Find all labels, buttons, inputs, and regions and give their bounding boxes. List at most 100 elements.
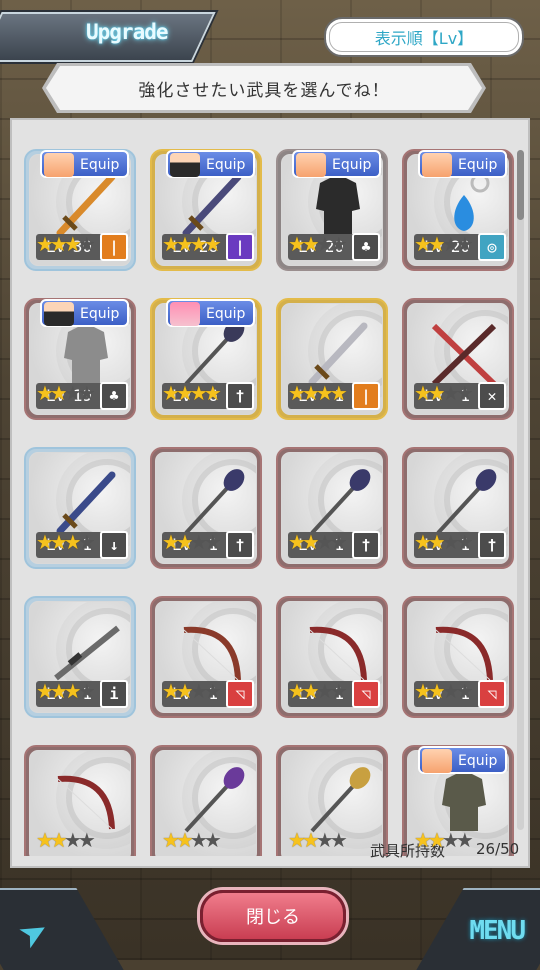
item-card[interactable]: ★★★★ Lv 20 ◎ Equip (402, 149, 514, 271)
rarity-stars: ★★★★ (414, 828, 474, 852)
mace-type-icon: † (352, 531, 380, 559)
item-card-inner: ★★★★ Lv 1 † (281, 452, 383, 564)
item-card[interactable]: ★★★★ Lv 1 | (276, 298, 388, 420)
item-card[interactable]: ★★★★ Lv 1 ◹ (150, 596, 262, 718)
star-empty-icon: ★ (329, 679, 348, 703)
equip-label: Equip (458, 157, 498, 173)
star-empty-icon: ★ (203, 828, 222, 852)
greatsword-type-icon: | (226, 233, 254, 261)
item-card[interactable]: ★★★★ Lv 1 † (276, 447, 388, 569)
item-card[interactable]: ★★★★ Lv 1 ✕ (402, 298, 514, 420)
star-filled-icon: ★ (301, 679, 320, 703)
dark-greatsword-icon (176, 169, 248, 241)
menu-button[interactable]: MENU (469, 916, 526, 946)
star-filled-icon: ★ (162, 232, 180, 256)
blue-spear-icon (50, 467, 122, 539)
star-filled-icon: ★ (162, 679, 180, 703)
red-bow-a-icon (302, 616, 374, 688)
star-empty-icon: ★ (189, 679, 208, 703)
ornate-bow-icon (176, 616, 248, 688)
star-filled-icon: ★ (189, 232, 208, 256)
star-empty-icon: ★ (315, 530, 334, 554)
star-filled-icon: ★ (36, 679, 54, 703)
bottom-bar: ➤ 閉じる MENU (0, 868, 540, 970)
scrollbar-thumb[interactable] (517, 150, 524, 220)
item-card-inner: ★★★★ (281, 750, 383, 856)
star-empty-icon: ★ (441, 828, 460, 852)
accessory-type-icon: ◎ (478, 233, 506, 261)
item-card[interactable]: ★★★★ Lv 1 i (24, 596, 136, 718)
iron-mace-a-icon (176, 467, 248, 539)
item-card[interactable]: ★★★★ Lv 26 | Equip (150, 149, 262, 271)
rarity-stars: ★★★★ (162, 679, 222, 703)
star-empty-icon: ★ (203, 530, 222, 554)
star-filled-icon: ★ (301, 232, 320, 256)
item-card[interactable]: ★★★★ Lv 1 ↓ (24, 447, 136, 569)
iron-mace-c-icon (428, 467, 500, 539)
star-filled-icon: ★ (189, 381, 208, 405)
flame-sword-icon (50, 169, 122, 241)
star-filled-icon: ★ (288, 530, 306, 554)
star-filled-icon: ★ (414, 381, 432, 405)
star-filled-icon: ★ (36, 381, 54, 405)
rarity-stars: ★★★★ (414, 234, 474, 254)
golden-sword-icon (302, 318, 374, 390)
item-card-inner: ★★★★ Lv 1 ↓ (29, 452, 131, 564)
equip-badge: Equip (418, 746, 508, 774)
item-card[interactable]: ★★★★ Lv 19 ♣ Equip (24, 298, 136, 420)
item-card[interactable]: ★★★★ Lv 30 | Equip (24, 149, 136, 271)
item-card[interactable]: ★★★★ Lv 20 ♣ Equip (276, 149, 388, 271)
rarity-stars: ★★★★ (162, 828, 222, 852)
rarity-stars: ★★★★ (288, 232, 348, 256)
plate-armor-icon (50, 318, 122, 390)
star-filled-icon: ★ (427, 530, 446, 554)
item-card[interactable]: ★★★★ (24, 745, 136, 856)
star-empty-icon: ★ (315, 232, 334, 256)
star-filled-icon: ★ (301, 530, 320, 554)
item-card-inner: ★★★★ Lv 1 ◹ (155, 601, 257, 713)
item-card[interactable]: ★★★★ Lv 1 ◹ (402, 596, 514, 718)
star-empty-icon: ★ (441, 381, 460, 405)
star-filled-icon: ★ (49, 232, 68, 256)
mace-type-icon: † (478, 531, 506, 559)
star-filled-icon: ★ (49, 828, 68, 852)
item-card[interactable]: ★★★★ (150, 745, 262, 856)
light-armor-icon (428, 765, 500, 837)
star-filled-icon: ★ (301, 381, 320, 405)
item-card[interactable]: ★★★★ Lv 1 † (150, 447, 262, 569)
item-card-inner: ★★★★ Lv 1 † (155, 452, 257, 564)
scrollbar[interactable] (517, 150, 524, 830)
star-empty-icon: ★ (441, 530, 460, 554)
item-card-inner: ★★★★ Lv 1 i (29, 601, 131, 713)
sword-type-icon: | (100, 233, 128, 261)
close-button[interactable]: 閉じる (200, 890, 346, 942)
character-avatar (170, 153, 200, 177)
inventory-panel: ★★★★ Lv 30 | Equip ★★★★ Lv 26 | Equip ★★★★ Lv 20 ♣ Eq… (10, 118, 530, 868)
item-card-inner: ★★★★ Lv 1 ◹ (281, 601, 383, 713)
item-card[interactable]: ★★★★ Lv 1 † (402, 447, 514, 569)
star-filled-icon: ★ (427, 381, 446, 405)
star-filled-icon: ★ (162, 530, 180, 554)
sniper-rifle-icon (50, 616, 122, 688)
star-filled-icon: ★ (63, 232, 82, 256)
jeweled-staff-icon (302, 765, 374, 837)
spiked-mace-icon (176, 318, 248, 390)
star-empty-icon: ★ (77, 381, 96, 405)
star-filled-icon: ★ (414, 828, 432, 852)
sort-button[interactable]: 表示順【Lv】 (324, 17, 524, 57)
star-empty-icon: ★ (315, 828, 334, 852)
star-empty-icon: ★ (203, 679, 222, 703)
rarity-stars: ★★★★ (36, 381, 96, 405)
rarity-stars: ★★★★ (162, 530, 222, 554)
dual-type-icon: ✕ (478, 382, 506, 410)
rarity-stars: ★★★★ (414, 530, 474, 554)
rarity-stars: ★★★★ (162, 232, 222, 256)
star-filled-icon: ★ (162, 828, 180, 852)
item-grid-viewport[interactable]: ★★★★ Lv 30 | Equip ★★★★ Lv 26 | Equip ★★★★ Lv 20 ♣ Eq… (24, 146, 524, 856)
star-empty-icon: ★ (315, 679, 334, 703)
star-filled-icon: ★ (175, 530, 194, 554)
item-card[interactable]: ★★★★ Lv 6 † Equip (150, 298, 262, 420)
item-card[interactable]: ★★★★ Lv 1 ◹ (276, 596, 388, 718)
bow-type-icon: ◹ (478, 680, 506, 708)
equip-badge: Equip (292, 150, 382, 178)
